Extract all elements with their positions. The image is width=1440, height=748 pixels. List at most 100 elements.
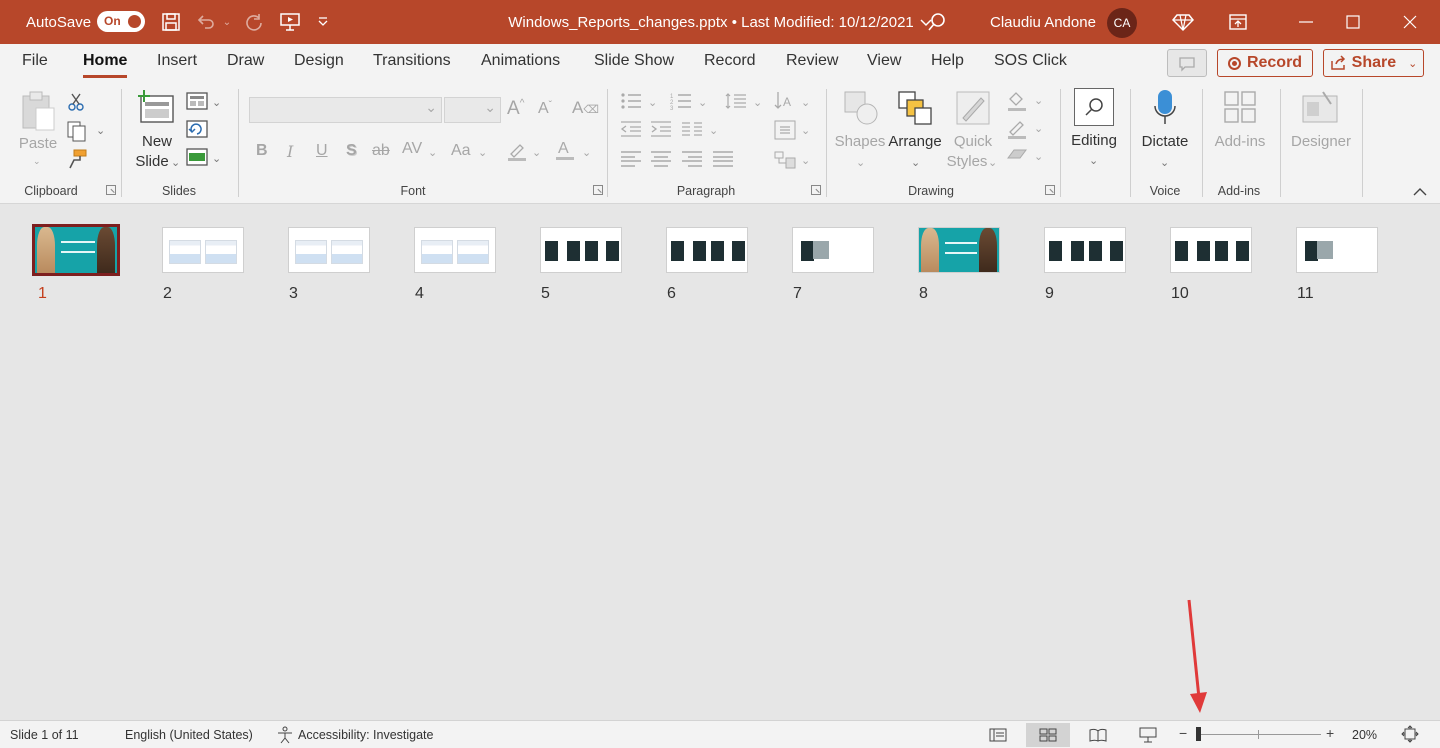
slide-thumbnail[interactable]	[540, 227, 622, 273]
paste-label[interactable]: Paste	[18, 134, 58, 154]
shape-fill-icon[interactable]	[1006, 90, 1028, 117]
font-name-combo[interactable]	[249, 97, 442, 123]
tab-animations[interactable]: Animations	[481, 52, 560, 70]
tab-design[interactable]: Design	[294, 52, 344, 70]
paragraph-launcher-icon[interactable]	[811, 185, 821, 195]
shapes-chevron-down-icon[interactable]: ⌄	[856, 156, 865, 169]
slide-thumbnail[interactable]	[162, 227, 244, 273]
new-slide-label[interactable]: New	[134, 132, 180, 152]
new-slide-chevron-down-icon[interactable]: ⌄	[171, 156, 180, 169]
tab-review[interactable]: Review	[786, 52, 838, 70]
arrange-label[interactable]: Arrange	[887, 132, 943, 152]
document-title[interactable]: Windows_Reports_changes.pptx • Last Modi…	[508, 14, 914, 31]
zoom-in-icon[interactable]: +	[1326, 725, 1334, 741]
tab-home[interactable]: Home	[83, 52, 128, 78]
present-from-start-icon[interactable]	[277, 0, 303, 44]
numbering-chevron-down-icon[interactable]: ⌄	[698, 96, 707, 109]
highlight-chevron-down-icon[interactable]: ⌄	[532, 146, 541, 159]
character-spacing-icon[interactable]: AV	[402, 140, 422, 158]
accessibility-status[interactable]: Accessibility: Investigate	[298, 728, 433, 742]
comments-button[interactable]	[1167, 49, 1207, 77]
align-right-icon[interactable]	[681, 150, 703, 173]
font-size-combo[interactable]	[444, 97, 501, 123]
slide-thumbnail[interactable]	[1296, 227, 1378, 273]
tab-sos-click[interactable]: SOS Click	[994, 52, 1067, 70]
slide-thumbnail[interactable]	[666, 227, 748, 273]
text-direction-chevron-down-icon[interactable]: ⌄	[801, 96, 810, 109]
change-case-icon[interactable]: Aa	[451, 142, 471, 160]
align-text-icon[interactable]	[774, 120, 796, 145]
new-slide-icon[interactable]	[137, 90, 175, 129]
ribbon-display-options-icon[interactable]	[1218, 0, 1258, 44]
shape-outline-icon[interactable]	[1006, 118, 1028, 145]
highlight-icon[interactable]	[506, 140, 528, 167]
strikethrough-icon[interactable]: ab	[372, 142, 390, 160]
shape-effects-chevron-down-icon[interactable]: ⌄	[1034, 150, 1043, 163]
tab-insert[interactable]: Insert	[157, 52, 197, 70]
add-remove-columns-icon[interactable]	[681, 120, 703, 143]
slide-thumbnail[interactable]	[32, 224, 120, 276]
arrange-icon[interactable]	[897, 90, 935, 133]
columns-chevron-down-icon[interactable]: ⌄	[709, 124, 718, 137]
bullets-chevron-down-icon[interactable]: ⌄	[648, 96, 657, 109]
save-icon[interactable]	[158, 0, 184, 44]
add-ins-label[interactable]: Add-ins	[1208, 132, 1272, 152]
font-color-chevron-down-icon[interactable]: ⌄	[582, 146, 591, 159]
drawing-launcher-icon[interactable]	[1045, 185, 1055, 195]
shapes-label[interactable]: Shapes	[833, 132, 887, 152]
tab-draw[interactable]: Draw	[227, 52, 264, 70]
zoom-level[interactable]: 20%	[1352, 728, 1377, 742]
avatar[interactable]: CA	[1107, 8, 1137, 38]
designer-icon[interactable]	[1301, 90, 1341, 129]
quick-styles-chevron-down-icon[interactable]: ⌄	[988, 156, 997, 169]
tab-record[interactable]: Record	[704, 52, 756, 70]
text-direction-icon[interactable]: A	[774, 90, 796, 117]
tab-file[interactable]: File	[22, 52, 48, 70]
align-center-icon[interactable]	[650, 150, 672, 173]
quick-styles-label[interactable]: Quick	[948, 132, 998, 152]
numbering-icon[interactable]: 123	[670, 92, 692, 115]
line-spacing-chevron-down-icon[interactable]: ⌄	[753, 96, 762, 109]
customize-toolbar-icon[interactable]	[312, 0, 334, 44]
designer-label[interactable]: Designer	[1286, 132, 1356, 152]
shape-outline-chevron-down-icon[interactable]: ⌄	[1034, 122, 1043, 135]
cut-icon[interactable]	[66, 92, 86, 117]
accessibility-icon[interactable]	[276, 726, 294, 747]
shape-effects-icon[interactable]	[1006, 146, 1028, 169]
increase-indent-icon[interactable]	[650, 120, 672, 143]
slide-thumbnail[interactable]	[414, 227, 496, 273]
reset-slide-icon[interactable]	[186, 120, 208, 143]
layout-chevron-down-icon[interactable]: ⌄	[212, 96, 221, 109]
dictate-chevron-down-icon[interactable]: ⌄	[1160, 156, 1169, 169]
tab-slide-show[interactable]: Slide Show	[594, 52, 674, 70]
format-painter-icon[interactable]	[66, 148, 88, 175]
clear-formatting-icon[interactable]: A⌫	[572, 98, 599, 118]
reading-view-icon[interactable]	[1076, 723, 1120, 747]
slide-sorter-view-icon[interactable]	[1026, 723, 1070, 747]
slide-thumbnail[interactable]	[288, 227, 370, 273]
slide-thumbnail[interactable]	[1044, 227, 1126, 273]
slide-thumbnail[interactable]	[1170, 227, 1252, 273]
slide-thumbnail[interactable]	[792, 227, 874, 273]
decrease-indent-icon[interactable]	[620, 120, 642, 143]
tab-help[interactable]: Help	[931, 52, 964, 70]
bullets-icon[interactable]	[620, 92, 642, 115]
search-icon[interactable]	[924, 0, 950, 44]
justify-icon[interactable]	[712, 150, 734, 173]
slide-thumbnail[interactable]	[918, 227, 1000, 273]
paste-chevron-down-icon[interactable]: ⌄	[33, 156, 41, 167]
premium-diamond-icon[interactable]	[1170, 0, 1196, 44]
change-case-chevron-down-icon[interactable]: ⌄	[478, 146, 487, 159]
autosave-toggle[interactable]: On	[97, 11, 145, 32]
quick-styles-icon[interactable]	[955, 90, 991, 131]
add-ins-icon[interactable]	[1223, 90, 1257, 129]
redo-icon[interactable]	[241, 0, 267, 44]
share-button[interactable]: Share ⌄	[1323, 49, 1424, 77]
undo-icon[interactable]	[193, 0, 219, 44]
tab-view[interactable]: View	[867, 52, 901, 70]
editing-label[interactable]: Editing	[1064, 131, 1124, 151]
new-slide-label-line2[interactable]: Slide	[129, 152, 175, 172]
section-chevron-down-icon[interactable]: ⌄	[212, 152, 221, 165]
clipboard-launcher-icon[interactable]	[106, 185, 116, 195]
layout-icon[interactable]	[186, 92, 208, 115]
